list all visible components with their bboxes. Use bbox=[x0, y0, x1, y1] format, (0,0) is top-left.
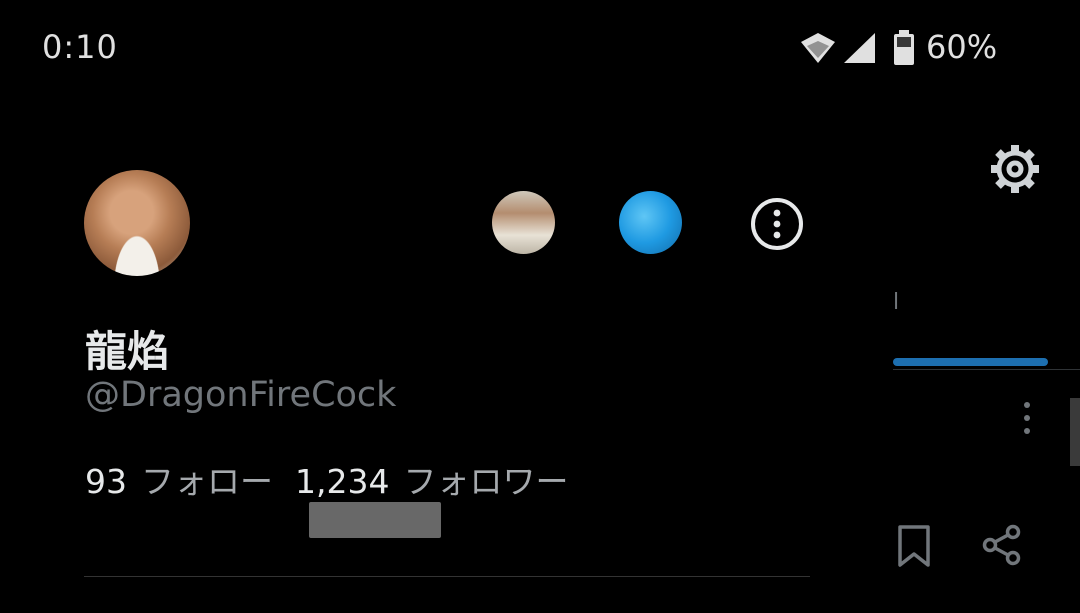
following-link[interactable]: 93 フォロー bbox=[85, 462, 273, 501]
background-divider bbox=[893, 369, 1080, 370]
avatar[interactable] bbox=[84, 170, 190, 276]
share-icon[interactable] bbox=[981, 524, 1023, 570]
cell-signal-icon bbox=[842, 32, 876, 68]
display-name: 龍焰 bbox=[85, 327, 170, 376]
battery-percent: 60% bbox=[926, 28, 998, 66]
following-count: 93 bbox=[85, 462, 127, 501]
scrollbar[interactable] bbox=[1070, 398, 1080, 466]
battery-icon bbox=[893, 30, 915, 70]
background-tab-label[interactable]: l bbox=[893, 290, 899, 315]
gear-icon[interactable] bbox=[986, 140, 1044, 202]
tab-indicator bbox=[893, 358, 1048, 366]
bookmark-icon[interactable] bbox=[897, 524, 931, 572]
mutual-follower-avatar[interactable] bbox=[619, 191, 682, 254]
status-time: 0:10 bbox=[42, 28, 118, 66]
follow-stats: 93 フォロー 1,234 フォロワー bbox=[85, 455, 568, 503]
more-vertical-icon[interactable] bbox=[1020, 400, 1034, 440]
card-divider bbox=[84, 576, 810, 577]
followers-count: 1,234 bbox=[295, 462, 390, 501]
focus-highlight bbox=[309, 502, 441, 538]
followers-label: フォロワー bbox=[403, 462, 569, 501]
status-bar: 0:10 60% bbox=[0, 0, 1080, 95]
following-label: フォロー bbox=[141, 462, 273, 501]
user-handle: @DragonFireCock bbox=[85, 375, 397, 415]
more-options-button[interactable] bbox=[749, 196, 805, 256]
mutual-follower-avatar[interactable] bbox=[492, 191, 555, 254]
followers-link[interactable]: 1,234 フォロワー bbox=[295, 462, 568, 501]
wifi-icon bbox=[800, 32, 836, 68]
